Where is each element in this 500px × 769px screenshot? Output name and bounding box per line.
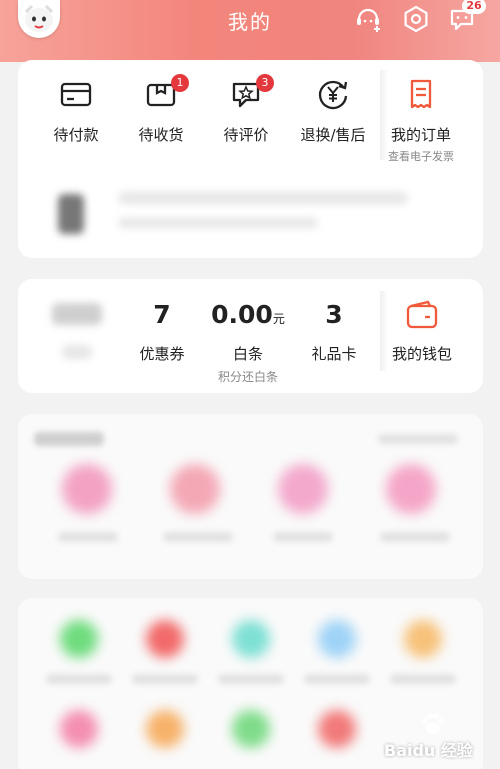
baitiao-label: 白条	[232, 345, 263, 363]
blurred-service-icon	[232, 710, 270, 748]
blurred-recommend-section	[18, 414, 483, 579]
pending-payment-button[interactable]: 待付款	[33, 76, 119, 166]
pending-receipt-label: 待收货	[138, 126, 184, 144]
giftcard-button[interactable]: 3 礼品卡	[294, 297, 374, 364]
my-wallet-button[interactable]: 我的钱包	[382, 297, 462, 364]
wallet-icon	[406, 300, 438, 329]
coupons-button[interactable]: 7 优惠券	[122, 297, 202, 364]
blurred-item-image	[278, 464, 328, 514]
top-header: 我的 26	[0, 0, 500, 62]
blurred-service-label	[304, 674, 370, 684]
paw-icon	[422, 713, 444, 734]
blurred-service-icon	[60, 620, 98, 658]
wallet-card-icon	[60, 82, 92, 107]
blurred-item-text	[273, 532, 333, 542]
blurred-item-text	[58, 532, 118, 542]
blurred-item-image	[62, 464, 112, 514]
refund-aftersale-label: 退换/售后	[300, 126, 366, 144]
message-count-badge: 26	[462, 0, 486, 14]
coupons-count: 7	[153, 300, 171, 329]
blurred-section-title	[34, 432, 104, 446]
blurred-order-text	[118, 192, 408, 204]
blurred-service-label	[46, 674, 112, 684]
blurred-item-image	[170, 464, 220, 514]
blurred-item-text	[163, 532, 233, 542]
settings-gear-icon[interactable]	[402, 5, 430, 33]
baitiao-unit: 元	[272, 312, 285, 326]
blurred-service-icon	[60, 710, 98, 748]
blurred-service-label	[132, 674, 198, 684]
my-orders-button[interactable]: 我的订单 查看电子发票	[378, 76, 464, 166]
coupons-label: 优惠券	[139, 345, 185, 363]
blurred-service-label	[218, 674, 284, 684]
order-list-icon	[410, 79, 432, 109]
refund-aftersale-button[interactable]: 退换/售后	[290, 76, 376, 166]
pending-review-badge: 3	[256, 74, 274, 92]
refund-yen-icon	[318, 80, 348, 110]
blurred-section-more	[378, 434, 458, 444]
orders-card: 待付款 1 待收货 3 待评价 退换/售后 我的订单 查看电子发票	[18, 60, 483, 258]
pending-payment-label: 待付款	[53, 126, 99, 144]
blurred-service-icon	[318, 620, 356, 658]
blurred-balance	[52, 303, 102, 325]
blurred-service-icon	[146, 710, 184, 748]
blurred-service-label	[390, 674, 456, 684]
baidu-watermark: Baidu 经验	[384, 713, 484, 760]
blurred-service-icon	[404, 620, 442, 658]
blurred-item-text	[380, 532, 450, 542]
baitiao-amount: 0.00	[211, 300, 273, 329]
baitiao-button[interactable]: 0.00元 白条 积分还白条	[208, 297, 288, 385]
pending-receipt-badge: 1	[171, 74, 189, 92]
blurred-service-icon	[232, 620, 270, 658]
my-orders-label: 我的订单	[390, 126, 451, 144]
giftcard-count: 3	[325, 300, 343, 329]
blurred-balance-label	[62, 345, 92, 359]
points-repay-baitiao[interactable]: 积分还白条	[188, 368, 308, 385]
blurred-order-text	[118, 218, 318, 228]
watermark-text: Baidu 经验	[384, 741, 473, 760]
my-wallet-label: 我的钱包	[391, 345, 452, 363]
customer-service-icon[interactable]	[354, 5, 382, 33]
pending-review-button[interactable]: 3 待评价	[203, 74, 289, 166]
pending-receipt-button[interactable]: 1 待收货	[118, 74, 204, 166]
wallet-card: 7 优惠券 0.00元 白条 积分还白条 3 礼品卡 我的钱包	[18, 279, 483, 393]
blurred-service-icon	[318, 710, 356, 748]
giftcard-label: 礼品卡	[311, 345, 357, 363]
view-invoice-link[interactable]: 查看电子发票	[368, 148, 474, 164]
pending-review-label: 待评价	[223, 126, 269, 144]
blurred-item-image	[386, 464, 436, 514]
blurred-service-icon	[146, 620, 184, 658]
blurred-product-thumb	[58, 194, 84, 234]
